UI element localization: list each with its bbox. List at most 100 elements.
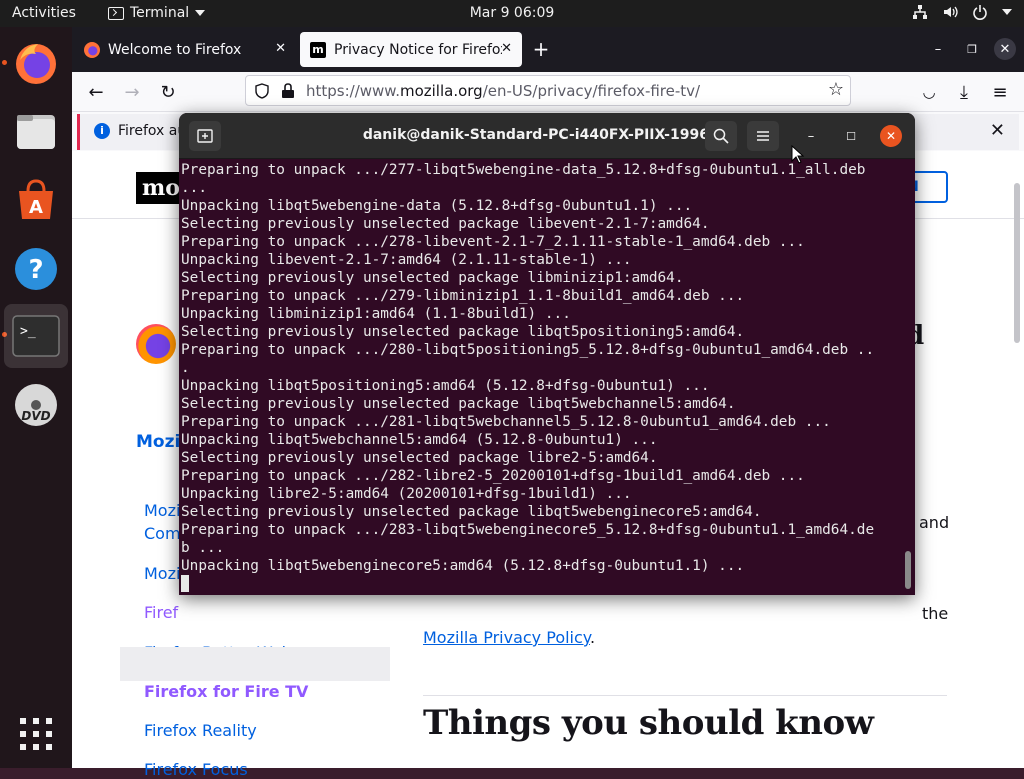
svg-text:>_: >_ <box>20 324 36 339</box>
sidebar-item[interactable]: Com <box>144 524 181 543</box>
new-tab-button[interactable]: + <box>530 37 552 61</box>
sidebar-title[interactable]: Mozi <box>136 432 180 452</box>
dock-files[interactable] <box>4 99 68 163</box>
terminal-line: Unpacking libevent-2.1-7:amd64 (2.1.11-s… <box>181 252 632 268</box>
terminal-line: b ... <box>181 540 225 556</box>
sidebar-item-focus[interactable]: Firefox Focus <box>144 760 248 779</box>
tab-welcome[interactable]: Welcome to Firefox ✕ <box>74 32 296 67</box>
sidebar-item-fire-tv[interactable]: Firefox for Fire TV <box>144 682 308 701</box>
close-icon[interactable]: ✕ <box>994 38 1016 60</box>
pocket-icon[interactable]: ◡ <box>917 80 941 104</box>
menu-icon <box>757 131 769 141</box>
sidebar-item[interactable]: Mozi <box>144 501 180 520</box>
close-icon[interactable]: ✕ <box>275 41 286 56</box>
download-icon[interactable]: ⤓ <box>952 80 976 104</box>
terminal-line: Unpacking libminizip1:amd64 (1.1-8build1… <box>181 306 571 322</box>
terminal-line: Preparing to unpack .../282-libre2-5_202… <box>181 468 805 484</box>
search-icon <box>713 128 729 144</box>
shield-icon <box>255 83 269 99</box>
terminal-line: Preparing to unpack .../281-libqt5webcha… <box>181 414 831 430</box>
maximize-icon[interactable]: ☐ <box>840 125 862 147</box>
terminal-line: Unpacking libqt5webenginecore5:amd64 (5.… <box>181 558 745 574</box>
tab-strip: Welcome to Firefox ✕ m Privacy Notice fo… <box>72 27 1024 72</box>
minimize-icon[interactable]: – <box>800 125 822 147</box>
terminal-line: Unpacking libqt5webengine-data (5.12.8+d… <box>181 198 693 214</box>
back-icon[interactable]: ← <box>84 80 108 104</box>
terminal-line: Selecting previously unselected package … <box>181 324 745 340</box>
terminal-line: Selecting previously unselected package … <box>181 396 736 412</box>
volume-icon <box>944 6 958 18</box>
sidebar-selected-bg <box>120 647 390 681</box>
page-scrollbar[interactable] <box>1014 183 1020 343</box>
terminal-line: Preparing to unpack .../279-libminizip1_… <box>181 288 745 304</box>
firefox-icon <box>84 41 100 58</box>
menu-icon[interactable]: ≡ <box>988 80 1012 104</box>
dock-firefox[interactable] <box>4 30 68 94</box>
menu-button[interactable] <box>747 121 779 151</box>
info-icon: i <box>94 123 110 139</box>
terminal-line: Selecting previously unselected package … <box>181 450 658 466</box>
tab-privacy[interactable]: m Privacy Notice for Firefox ✕ <box>300 32 522 67</box>
firefox-logo <box>136 324 176 364</box>
terminal-line: Preparing to unpack .../278-libevent-2.1… <box>181 234 805 250</box>
dock-software[interactable]: A <box>4 168 68 232</box>
terminal-line: Preparing to unpack .../283-libqt5webeng… <box>181 522 875 538</box>
terminal-line: ... <box>181 180 207 196</box>
minimize-icon[interactable]: – <box>927 38 949 60</box>
terminal-scrollbar[interactable] <box>905 551 911 589</box>
divider <box>423 695 947 696</box>
power-icon <box>973 5 987 20</box>
show-apps-button[interactable] <box>4 702 68 766</box>
body-text: the <box>922 604 949 623</box>
system-tray[interactable] <box>912 4 1012 20</box>
terminal-line: Selecting previously unselected package … <box>181 216 710 232</box>
dock-dvd[interactable]: DVD <box>4 373 68 437</box>
mozilla-icon: m <box>310 41 326 58</box>
svg-text:DVD: DVD <box>21 409 50 423</box>
clock[interactable]: Mar 9 06:09 <box>0 5 1024 21</box>
sidebar-item[interactable]: Firef <box>144 603 178 622</box>
body-text: and <box>919 513 950 532</box>
reload-icon[interactable]: ↻ <box>156 80 180 104</box>
terminal-line: Unpacking libre2-5:amd64 (20200101+dfsg-… <box>181 486 632 502</box>
svg-text:A: A <box>29 197 43 218</box>
tab-title: Welcome to Firefox <box>108 41 242 58</box>
maximize-icon[interactable]: ❐ <box>961 38 983 60</box>
terminal-line: . <box>181 360 190 376</box>
terminal-window[interactable]: danik@danik-Standard-PC-i440FX-PIIX-1996… <box>179 113 915 595</box>
bookmark-star-icon[interactable]: ☆ <box>828 79 844 100</box>
terminal-prompt-line[interactable] <box>181 575 903 593</box>
mouse-cursor-icon <box>791 145 805 164</box>
dock-terminal[interactable]: >_ <box>4 304 68 368</box>
close-icon[interactable]: ✕ <box>880 125 902 147</box>
svg-text:?: ? <box>28 255 43 285</box>
text-cursor <box>181 575 189 592</box>
notification-text: Firefox au <box>118 123 187 139</box>
url-bar[interactable]: https://www.mozilla.org/en-US/privacy/fi… <box>245 75 851 106</box>
sidebar-item[interactable]: Mozi <box>144 564 180 583</box>
terminal-output[interactable]: Preparing to unpack .../277-libqt5webeng… <box>181 161 903 593</box>
dock: A ? >_ DVD <box>0 27 72 768</box>
dvd-icon: DVD <box>15 384 57 426</box>
terminal-icon: >_ <box>12 315 60 357</box>
sidebar-item-reality[interactable]: Firefox Reality <box>144 721 257 740</box>
top-bar: Activities Terminal Mar 9 06:09 <box>0 0 1024 27</box>
chevron-down-icon <box>1002 9 1012 15</box>
url-text: https://www.mozilla.org/en-US/privacy/fi… <box>306 82 701 100</box>
lock-icon <box>282 83 294 98</box>
software-icon: A <box>19 179 53 219</box>
terminal-line: Selecting previously unselected package … <box>181 270 684 286</box>
dock-help[interactable]: ? <box>4 237 68 301</box>
terminal-line: Preparing to unpack .../280-libqt5positi… <box>181 342 875 358</box>
terminal-line: Unpacking libqt5positioning5:amd64 (5.12… <box>181 378 710 394</box>
close-icon[interactable]: ✕ <box>990 120 1005 141</box>
tab-title: Privacy Notice for Firefox <box>334 41 502 58</box>
network-icon <box>913 5 927 19</box>
search-button[interactable] <box>705 121 737 151</box>
forward-icon[interactable]: → <box>120 80 144 104</box>
firefox-icon <box>16 44 56 84</box>
close-icon[interactable]: ✕ <box>501 41 512 56</box>
files-icon <box>17 115 55 149</box>
section-heading: Things you should know <box>423 703 874 743</box>
privacy-policy-link[interactable]: Mozilla Privacy Policy <box>423 628 590 647</box>
